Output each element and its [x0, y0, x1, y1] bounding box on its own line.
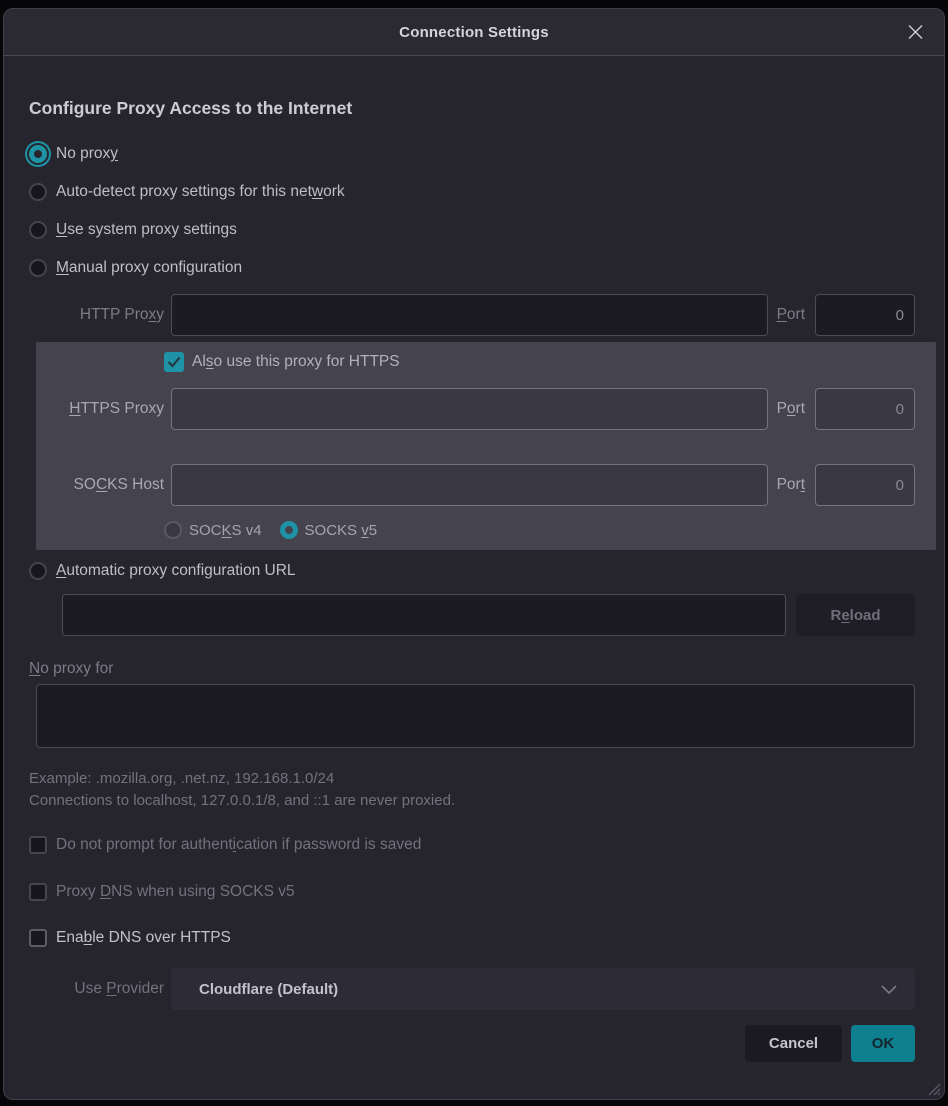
cancel-button[interactable]: Cancel — [745, 1025, 842, 1062]
http-port-input[interactable] — [815, 294, 915, 336]
radio-icon — [29, 562, 47, 580]
radio-no-proxy-label: No proxy — [56, 145, 118, 163]
radio-use-system[interactable]: Use system proxy settings — [29, 211, 915, 249]
checkbox-checked-icon — [164, 352, 184, 372]
socks-host-row: SOCKS Host Port — [36, 464, 915, 506]
radio-no-proxy[interactable]: No proxy — [29, 135, 915, 173]
no-proxy-for-label: No proxy for — [29, 660, 915, 678]
autoproxy-url-input[interactable] — [62, 594, 786, 636]
proxy-dns-socks5-label: Proxy DNS when using SOCKS v5 — [56, 883, 295, 901]
enable-doh-checkbox-row[interactable]: Enable DNS over HTTPS — [29, 926, 915, 950]
socks-v5-label: SOCKS v5 — [305, 522, 378, 539]
resize-grip[interactable] — [925, 1080, 941, 1096]
dialog-title: Connection Settings — [399, 24, 549, 41]
autoproxy-url-row: Reload — [29, 594, 915, 636]
http-proxy-input[interactable] — [171, 294, 768, 336]
https-proxy-input[interactable] — [171, 388, 768, 430]
radio-socks-v5[interactable] — [280, 521, 298, 539]
no-prompt-auth-checkbox-row[interactable]: Do not prompt for authentication if pass… — [29, 833, 915, 857]
radio-manual-proxy[interactable]: Manual proxy configuration — [29, 249, 915, 287]
share-proxy-checkbox-label: Also use this proxy for HTTPS — [192, 353, 400, 371]
no-proxy-example-text: Example: .mozilla.org, .net.nz, 192.168.… — [29, 770, 915, 787]
radio-use-system-label: Use system proxy settings — [56, 221, 237, 239]
socks-host-input[interactable] — [171, 464, 768, 506]
checkbox-unchecked-icon — [29, 836, 47, 854]
radio-auto-detect[interactable]: Auto-detect proxy settings for this netw… — [29, 173, 915, 211]
close-icon[interactable] — [903, 20, 928, 45]
ok-button[interactable]: OK — [851, 1025, 915, 1062]
radio-autoproxy-url-label: Automatic proxy configuration URL — [56, 562, 296, 580]
https-port-input[interactable] — [815, 388, 915, 430]
checkbox-unchecked-icon — [29, 929, 47, 947]
dialog-titlebar: Connection Settings — [4, 9, 944, 56]
share-proxy-checkbox-row[interactable]: Also use this proxy for HTTPS — [36, 350, 915, 374]
radio-icon — [29, 221, 47, 239]
https-proxy-label: HTTPS Proxy — [36, 400, 164, 418]
http-proxy-row: HTTP Proxy Port — [29, 294, 915, 336]
provider-dropdown-value: Cloudflare (Default) — [199, 981, 881, 998]
http-port-label: Port — [777, 306, 805, 324]
connection-settings-dialog: Connection Settings Configure Proxy Acce… — [3, 8, 945, 1100]
dialog-footer: Cancel OK — [29, 1025, 915, 1062]
chevron-down-icon — [881, 985, 897, 994]
radio-auto-detect-label: Auto-detect proxy settings for this netw… — [56, 183, 345, 201]
socks-port-label: Port — [777, 476, 805, 494]
checkbox-unchecked-icon — [29, 883, 47, 901]
http-proxy-label: HTTP Proxy — [29, 306, 164, 324]
https-proxy-row: HTTPS Proxy Port — [36, 388, 915, 430]
radio-manual-proxy-label: Manual proxy configuration — [56, 259, 242, 277]
no-proxy-for-textarea[interactable] — [36, 684, 915, 748]
socks-version-group: SOCKS v4 SOCKS v5 — [36, 518, 915, 542]
radio-icon — [29, 259, 47, 277]
proxy-mode-group: No proxy Auto-detect proxy settings for … — [29, 135, 915, 287]
dialog-content: Configure Proxy Access to the Internet N… — [4, 98, 944, 1062]
no-prompt-auth-label: Do not prompt for authentication if pass… — [56, 836, 421, 854]
radio-socks-v4[interactable] — [164, 521, 182, 539]
radio-icon — [29, 183, 47, 201]
proxy-dns-socks5-checkbox-row[interactable]: Proxy DNS when using SOCKS v5 — [29, 880, 915, 904]
provider-dropdown[interactable]: Cloudflare (Default) — [171, 968, 915, 1010]
radio-selected-icon — [29, 145, 47, 163]
use-provider-label: Use Provider — [29, 980, 164, 998]
doh-provider-row: Use Provider Cloudflare (Default) — [29, 968, 915, 1010]
page-title: Configure Proxy Access to the Internet — [29, 98, 915, 119]
socks-host-label: SOCKS Host — [36, 476, 164, 494]
socks-port-input[interactable] — [815, 464, 915, 506]
localhost-note-text: Connections to localhost, 127.0.0.1/8, a… — [29, 792, 915, 809]
radio-autoproxy-url[interactable]: Automatic proxy configuration URL — [29, 556, 915, 586]
https-port-label: Port — [777, 400, 805, 418]
https-socks-section: Also use this proxy for HTTPS HTTPS Prox… — [36, 342, 936, 550]
reload-button[interactable]: Reload — [796, 594, 915, 636]
socks-v4-label: SOCKS v4 — [189, 522, 262, 539]
enable-doh-label: Enable DNS over HTTPS — [56, 929, 231, 947]
